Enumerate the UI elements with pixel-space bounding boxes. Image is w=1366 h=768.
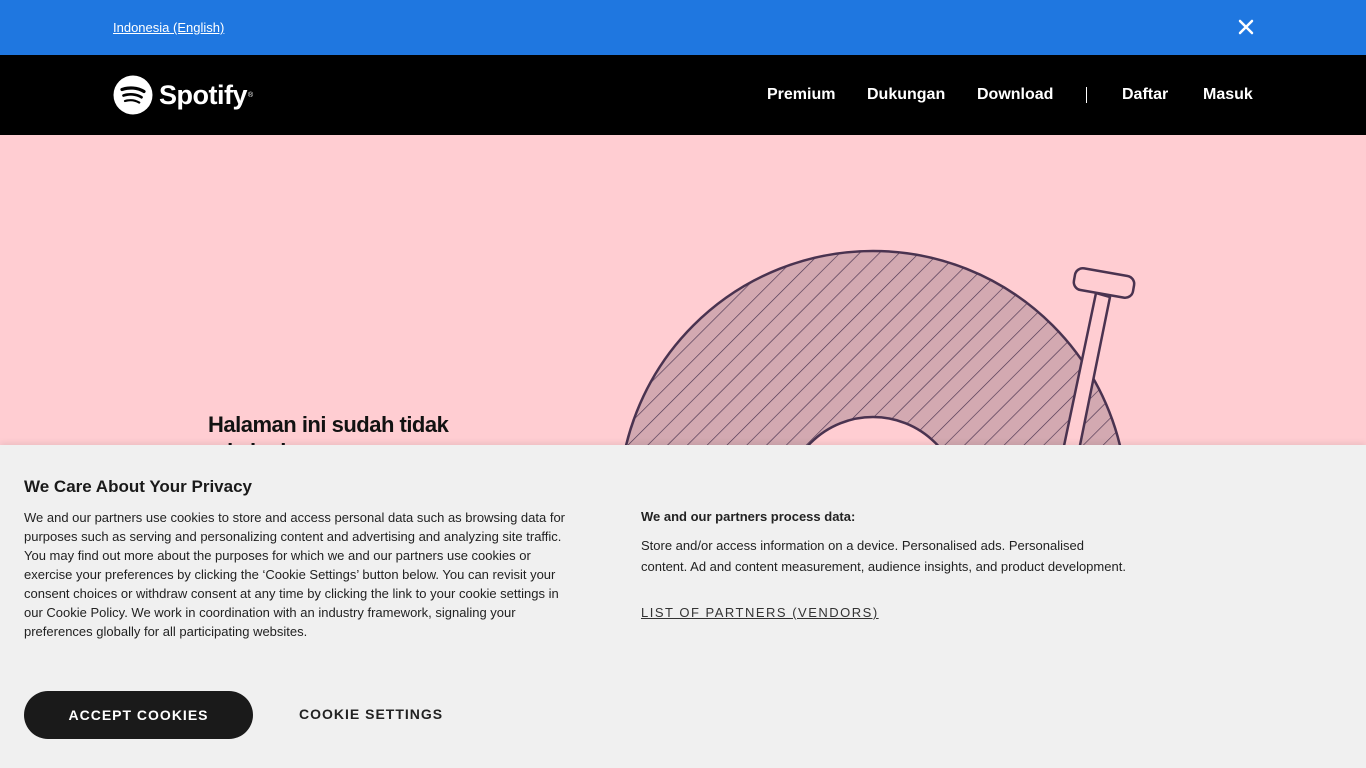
nav-dukungan[interactable]: Dukungan [867, 86, 945, 104]
partners-heading: We and our partners process data: [641, 509, 856, 524]
brand-wordmark: Spotify [159, 79, 248, 110]
nav-daftar[interactable]: Daftar [1122, 86, 1168, 104]
cookie-settings-button[interactable]: COOKIE SETTINGS [299, 706, 443, 722]
spotify-icon [113, 75, 153, 115]
nav-download[interactable]: Download [977, 86, 1053, 104]
partners-description: Store and/or access information on a dev… [641, 538, 1126, 574]
spotify-logo[interactable]: Spotify ® [113, 75, 253, 115]
accept-cookies-button[interactable]: ACCEPT COOKIES [24, 691, 253, 739]
cookie-consent-panel: We Care About Your Privacy We and our pa… [0, 445, 1366, 768]
main-navbar: Spotify ® Premium Dukungan Download Daft… [0, 55, 1366, 135]
vinyl-record-illustration [624, 249, 1136, 445]
cookie-description: We and our partners use cookies to store… [24, 510, 566, 639]
close-banner-button[interactable] [1234, 15, 1258, 39]
locale-link[interactable]: Indonesia (English) [113, 20, 224, 35]
locale-banner: Indonesia (English) [0, 0, 1366, 55]
error-hero: Halaman ini sudah tidak ada lagi [0, 135, 1366, 445]
nav-premium[interactable]: Premium [767, 86, 835, 104]
nav-divider [1086, 87, 1087, 103]
page-title: Halaman ini sudah tidak ada lagi [208, 412, 449, 445]
cookie-title: We Care About Your Privacy [24, 477, 252, 496]
close-icon [1238, 19, 1254, 35]
nav-masuk[interactable]: Masuk [1203, 86, 1253, 104]
partners-list-link[interactable]: LIST OF PARTNERS (VENDORS) [641, 605, 879, 620]
registered-mark: ® [248, 91, 254, 99]
